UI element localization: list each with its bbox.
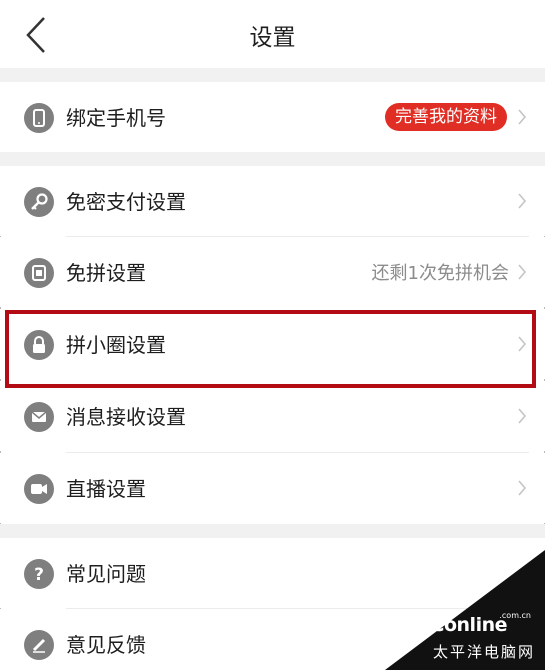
chevron-right-icon bbox=[518, 109, 527, 125]
svg-text:?: ? bbox=[34, 565, 44, 585]
row-label: 免密支付设置 bbox=[66, 190, 186, 214]
settings-row-password-free-pay[interactable]: 免密支付设置 bbox=[0, 166, 545, 236]
chevron-right-icon bbox=[518, 264, 527, 280]
row-label: 绑定手机号 bbox=[66, 106, 166, 130]
section-gap bbox=[0, 68, 545, 82]
chevron-right-icon bbox=[518, 408, 527, 424]
complete-profile-badge[interactable]: 完善我的资料 bbox=[385, 103, 507, 131]
settings-row-feedback[interactable]: 意见反馈 bbox=[0, 609, 545, 670]
top-bar: 设置 bbox=[0, 0, 545, 68]
mail-icon bbox=[24, 402, 54, 432]
chevron-right-icon bbox=[518, 336, 527, 352]
section-gap bbox=[0, 524, 545, 538]
question-icon: ? bbox=[24, 559, 54, 589]
row-label: 意见反馈 bbox=[66, 633, 146, 657]
row-label: 直播设置 bbox=[66, 477, 146, 501]
row-label: 拼小圈设置 bbox=[66, 333, 166, 357]
phone-icon bbox=[24, 103, 54, 133]
settings-row-pin-circle[interactable]: 拼小圈设置 bbox=[0, 309, 545, 379]
remaining-count-text: 还剩1次免拼机会 bbox=[371, 263, 509, 284]
card-icon bbox=[24, 258, 54, 288]
chevron-right-icon bbox=[518, 193, 527, 209]
key-icon bbox=[24, 187, 54, 217]
page-title: 设置 bbox=[249, 25, 296, 51]
lock-icon bbox=[24, 330, 54, 360]
settings-row-group-free[interactable]: 免拼设置 还剩1次免拼机会 bbox=[0, 237, 545, 307]
video-icon bbox=[24, 474, 54, 504]
settings-row-live-stream[interactable]: 直播设置 bbox=[0, 453, 545, 523]
settings-row-faq[interactable]: ? 常见问题 bbox=[0, 538, 545, 608]
pen-icon bbox=[24, 630, 54, 660]
row-label: 消息接收设置 bbox=[66, 405, 186, 429]
row-label: 免拼设置 bbox=[66, 261, 146, 285]
section-gap bbox=[0, 152, 545, 166]
settings-row-message-receive[interactable]: 消息接收设置 bbox=[0, 381, 545, 451]
settings-row-bind-phone[interactable]: 绑定手机号 完善我的资料 bbox=[0, 82, 545, 152]
row-label: 常见问题 bbox=[66, 562, 146, 586]
chevron-right-icon bbox=[518, 480, 527, 496]
